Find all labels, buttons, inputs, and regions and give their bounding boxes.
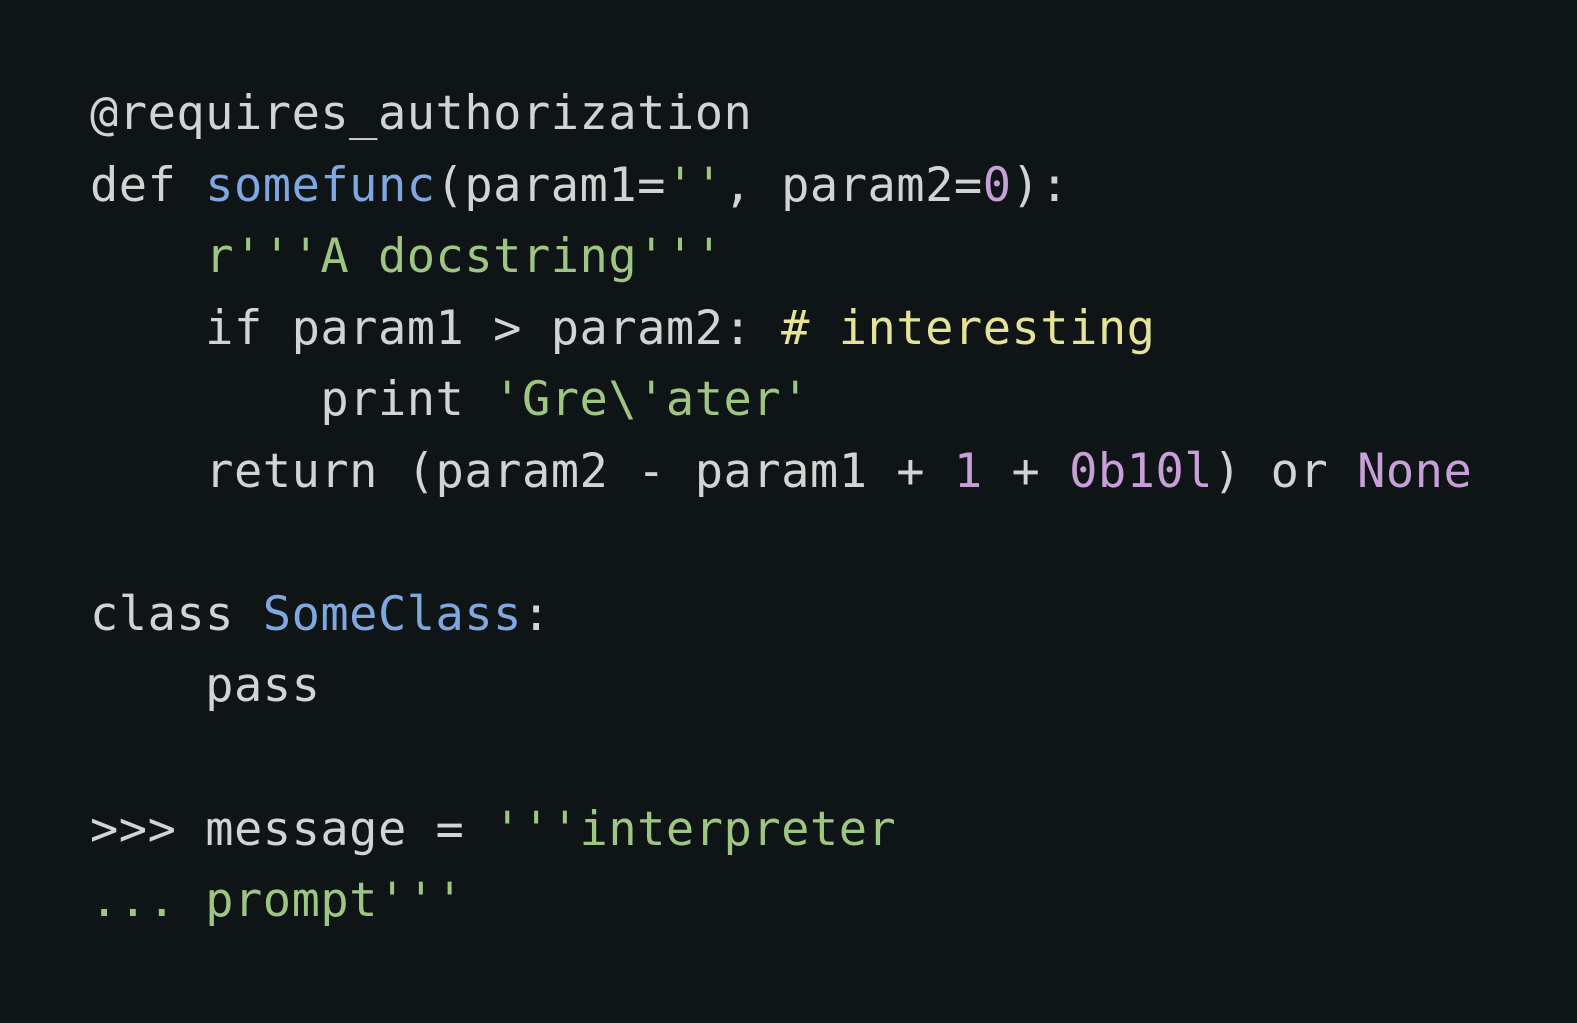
code-token-plain: , param2= xyxy=(723,158,983,213)
code-token-plain: (param1= xyxy=(435,158,666,213)
code-token-plain: @requires_authorization xyxy=(90,86,753,141)
code-editor[interactable]: @requires_authorization def somefunc(par… xyxy=(0,0,1577,1023)
code-line-1: @requires_authorization xyxy=(90,84,752,144)
code-token-plain: ): xyxy=(1011,158,1070,213)
code-token-plain: print xyxy=(90,372,494,427)
code-token-str: prompt''' xyxy=(205,873,465,928)
code-token-plain: return (param2 - param1 + xyxy=(90,444,954,499)
code-line-6: return (param2 - param1 + 1 + 0b10l) or … xyxy=(90,442,1472,502)
code-token-comment: # interesting xyxy=(781,301,1156,356)
code-token-plain: : xyxy=(521,587,551,642)
code-token-plain: ) or xyxy=(1213,444,1358,499)
code-line-3: r'''A docstring''' xyxy=(90,227,724,287)
code-token-str: 'Gre\'ater' xyxy=(493,372,810,427)
code-token-str: r'''A docstring''' xyxy=(205,229,724,284)
code-token-const: None xyxy=(1357,444,1473,499)
code-line-9: pass xyxy=(90,656,320,716)
code-token-plain: + xyxy=(982,444,1070,499)
code-token-num: 0 xyxy=(982,158,1012,213)
code-line-8: class SomeClass: xyxy=(90,585,551,645)
code-line-12: ... prompt''' xyxy=(90,871,464,931)
code-line-2: def somefunc(param1='', param2=0): xyxy=(90,156,1069,216)
code-token-prompt: >>> xyxy=(90,802,206,857)
code-token-plain: pass xyxy=(90,658,321,713)
code-token-num: 0b10l xyxy=(1069,444,1214,499)
code-line-4: if param1 > param2: # interesting xyxy=(90,299,1155,359)
code-line-11: >>> message = '''interpreter xyxy=(90,800,896,860)
code-token-str: '''interpreter xyxy=(493,802,897,857)
code-token-plain: if param1 > param2: xyxy=(90,301,782,356)
code-token-num: 1 xyxy=(953,444,983,499)
code-token-plain: def xyxy=(90,158,206,213)
code-token-str: ... xyxy=(90,873,206,928)
code-token-plain: class xyxy=(90,587,263,642)
code-line-5: print 'Gre\'ater' xyxy=(90,370,810,430)
code-token-func: somefunc xyxy=(205,158,436,213)
code-token-class: SomeClass xyxy=(262,587,522,642)
code-token-plain: message = xyxy=(205,802,494,857)
code-token-str: '' xyxy=(665,158,724,213)
